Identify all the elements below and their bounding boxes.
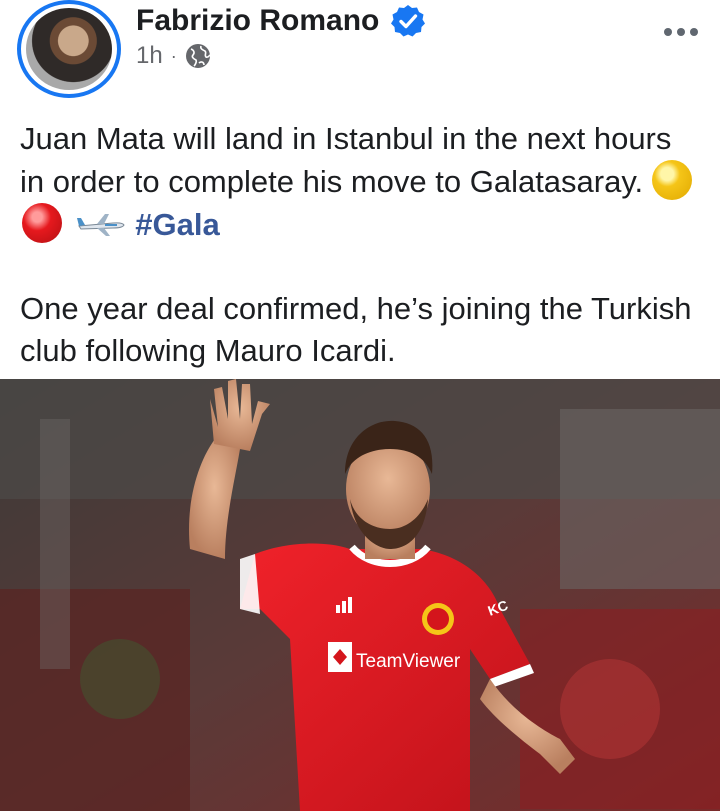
more-dot (664, 28, 672, 36)
post-meta: 1h · (136, 42, 211, 70)
avatar-image (26, 8, 112, 90)
post-body: Juan Mata will land in Istanbul in the n… (20, 118, 700, 372)
yellow-circle-emoji (651, 160, 692, 200)
post-time[interactable]: 1h (136, 42, 163, 70)
post-header: Fabrizio Romano 1h · (0, 0, 720, 108)
globe-icon (185, 44, 211, 68)
verified-badge-icon (391, 5, 426, 37)
meta-separator: · (170, 45, 177, 66)
post-photo[interactable]: TeamViewer KC (0, 379, 720, 811)
post-paragraph-2: One year deal confirmed, he’s joining th… (20, 291, 692, 368)
author-name[interactable]: Fabrizio Romano (136, 4, 379, 38)
photo-illustration: TeamViewer KC (0, 379, 720, 811)
hashtag-link[interactable]: #Gala (135, 207, 219, 242)
post-paragraph-1: Juan Mata will land in Istanbul in the n… (20, 118, 700, 246)
airplane-emoji (76, 214, 125, 236)
more-dot (690, 28, 698, 36)
more-options-icon[interactable] (664, 28, 698, 36)
more-dot (677, 28, 685, 36)
author-avatar[interactable] (17, 0, 121, 98)
red-circle-emoji (22, 203, 62, 243)
sponsor-text: TeamViewer (356, 651, 461, 672)
author-row: Fabrizio Romano (136, 4, 426, 38)
post-text-1: Juan Mata will land in Istanbul in the n… (20, 121, 672, 199)
